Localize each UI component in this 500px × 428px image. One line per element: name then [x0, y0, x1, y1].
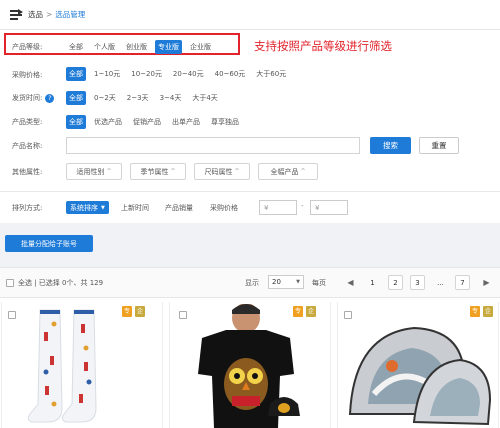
attr-gender-label: 适用性别	[76, 167, 105, 176]
sort-option-sales[interactable]: 产品销量	[165, 203, 193, 213]
chevron-left-icon[interactable]: ◀	[343, 275, 358, 290]
divider	[0, 191, 500, 192]
cosmetic-bag-image[interactable]	[344, 304, 494, 428]
enterprise-tag: 企	[135, 306, 145, 317]
search-button[interactable]: 搜索	[370, 137, 411, 154]
type-option-all[interactable]: 全部	[66, 115, 86, 129]
attr-size-dropdown[interactable]: 尺码属性 ^	[194, 163, 250, 180]
page-2[interactable]: 2	[388, 275, 403, 290]
chevron-up-icon: ^	[106, 168, 112, 175]
breadcrumb-current[interactable]: 选品管理	[55, 10, 85, 19]
attr-season-dropdown[interactable]: 季节属性 ^	[130, 163, 186, 180]
page-ellipsis: ...	[437, 278, 444, 287]
ship-option-over-4[interactable]: 大于4天	[189, 91, 220, 105]
breadcrumb-root[interactable]: 选品	[28, 10, 43, 19]
price-option-1-10[interactable]: 1~10元	[91, 67, 123, 81]
attr-fullprint-label: 全幅产品	[270, 167, 299, 176]
price-option-all[interactable]: 全部	[66, 67, 86, 81]
page-size-value: 20	[272, 278, 281, 286]
sort-option-newest[interactable]: 上新时间	[121, 203, 149, 213]
breadcrumb: 选品 > 选品管理	[28, 9, 85, 20]
sort-option-price[interactable]: 采购价格	[210, 203, 238, 213]
level-options: 全部 个人版 创业版 专业版 企业版	[66, 40, 219, 54]
menu-toggle-icon[interactable]	[10, 9, 23, 20]
type-option-exclusive[interactable]: 尊享独品	[208, 115, 242, 129]
type-option-sold[interactable]: 出单产品	[169, 115, 203, 129]
price-max-input[interactable]: ¥	[310, 200, 348, 215]
type-option-preferred[interactable]: 优选产品	[91, 115, 125, 129]
attr-season-label: 季节属性	[140, 167, 169, 176]
reset-button[interactable]: 重置	[419, 137, 459, 154]
type-label: 产品类型:	[12, 118, 43, 126]
product-grid: 专 企 专 企 专 企	[0, 298, 500, 428]
per-page-label: 每页	[312, 279, 326, 287]
type-options: 全部 优选产品 促销产品 出单产品 尊享独品	[66, 115, 247, 129]
price-options: 全部 1~10元 10~20元 20~40元 40~60元 大于60元	[66, 67, 294, 81]
selection-summary: 全选 | 已选择 0个、共 129	[18, 279, 104, 287]
level-label: 产品等级:	[12, 43, 43, 51]
breadcrumb-separator: >	[46, 10, 53, 19]
level-option-pro[interactable]: 专业版	[155, 40, 182, 54]
top-bar: 选品 > 选品管理	[0, 0, 500, 30]
show-label: 显示	[245, 279, 259, 287]
price-range-dash: -	[301, 202, 304, 210]
attr-fullprint-dropdown[interactable]: 全幅产品 ^	[258, 163, 318, 180]
bulk-assign-button[interactable]: 批量分配给子账号	[5, 235, 93, 252]
level-option-startup[interactable]: 创业版	[123, 40, 150, 54]
attr-gender-dropdown[interactable]: 适用性别 ^	[66, 163, 122, 180]
product-name-input[interactable]	[66, 137, 360, 154]
page-3[interactable]: 3	[410, 275, 425, 290]
caret-down-icon: ▼	[101, 204, 105, 211]
ship-option-all[interactable]: 全部	[66, 91, 86, 105]
ship-option-2-3[interactable]: 2~3天	[124, 91, 152, 105]
other-attr-label: 其他属性:	[12, 168, 43, 176]
price-label: 采购价格:	[12, 71, 43, 79]
chevron-up-icon: ^	[300, 168, 306, 175]
annotation-text: 支持按照产品等级进行筛选	[254, 39, 392, 53]
ship-option-3-4[interactable]: 3~4天	[157, 91, 185, 105]
product-card[interactable]: 专 企	[337, 302, 499, 428]
page-1[interactable]: 1	[365, 275, 380, 290]
page-7[interactable]: 7	[455, 275, 470, 290]
caret-down-icon: ▼	[296, 279, 300, 285]
price-min-input[interactable]: ¥	[259, 200, 297, 215]
sort-label: 排列方式:	[12, 204, 43, 212]
type-option-promo[interactable]: 促销产品	[130, 115, 164, 129]
select-all-checkbox[interactable]	[6, 279, 14, 287]
ship-time-label: 发货时间:?	[12, 93, 55, 103]
price-option-over-60[interactable]: 大于60元	[253, 67, 289, 81]
sort-select[interactable]: 系统排序 ▼	[66, 201, 109, 214]
product-checkbox[interactable]	[8, 311, 16, 319]
sort-select-value: 系统排序	[70, 203, 98, 212]
level-option-all[interactable]: 全部	[66, 40, 86, 54]
chevron-up-icon: ^	[234, 168, 240, 175]
level-option-personal[interactable]: 个人版	[91, 40, 118, 54]
list-toolbar: 全选 | 已选择 0个、共 129 显示 20 ▼ 每页 ◀ 1 2 3 ... …	[0, 267, 500, 298]
ship-option-0-2[interactable]: 0~2天	[91, 91, 119, 105]
chevron-up-icon: ^	[170, 168, 176, 175]
price-option-20-40[interactable]: 20~40元	[170, 67, 207, 81]
attr-size-label: 尺码属性	[204, 167, 233, 176]
level-option-enterprise[interactable]: 企业版	[187, 40, 214, 54]
filter-panel: 支持按照产品等级进行筛选 产品等级: 全部 个人版 创业版 专业版 企业版 采购…	[0, 30, 500, 223]
name-label: 产品名称:	[12, 142, 43, 150]
ship-time-options: 全部 0~2天 2~3天 3~4天 大于4天	[66, 91, 226, 105]
price-option-10-20[interactable]: 10~20元	[128, 67, 165, 81]
owl-tshirt-image[interactable]	[184, 304, 314, 428]
product-card[interactable]: 专 企	[1, 302, 163, 428]
striped-socks-image[interactable]	[24, 304, 124, 428]
price-option-40-60[interactable]: 40~60元	[212, 67, 249, 81]
ship-time-label-text: 发货时间:	[12, 94, 43, 102]
product-card[interactable]: 专 企	[169, 302, 331, 428]
page-size-select[interactable]: 20 ▼	[268, 275, 304, 289]
chevron-right-icon[interactable]: ▶	[479, 275, 494, 290]
question-circle-icon[interactable]: ?	[45, 94, 55, 103]
